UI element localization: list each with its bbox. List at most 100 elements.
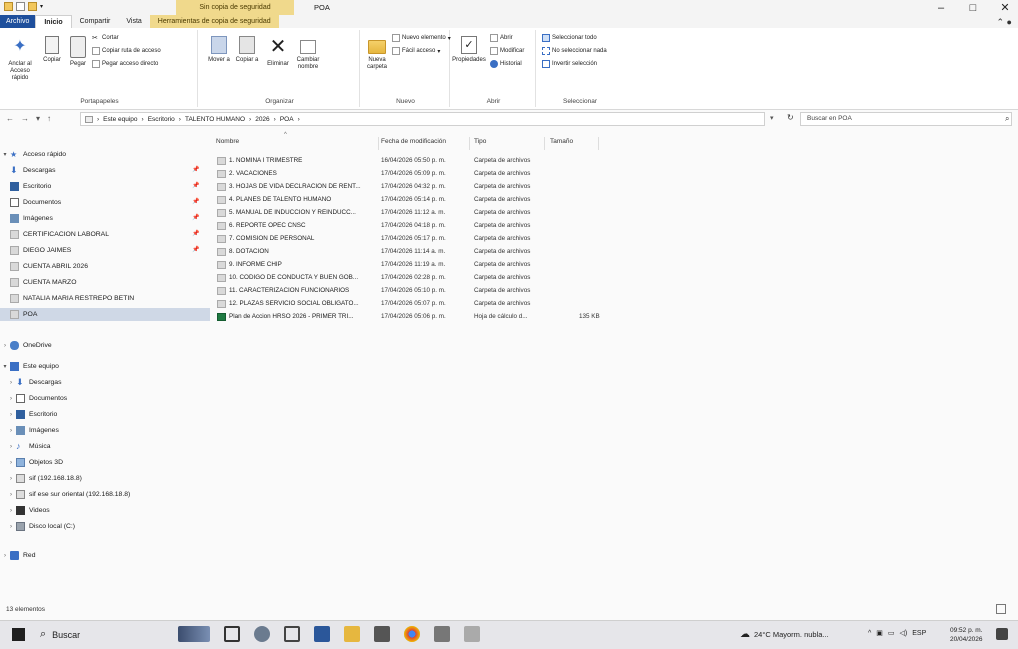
column-separator[interactable] [544,137,545,150]
nav-onedrive[interactable]: › OneDrive [0,339,52,352]
nav-item-cuenta-abril[interactable]: CUENTA ABRIL 2026 [10,260,88,273]
tab-herramientas-copia[interactable]: Herramientas de copia de seguridad [149,15,279,28]
breadcrumb-talento-humano[interactable]: TALENTO HUMANO [185,116,245,123]
nav-item-documentos[interactable]: Documentos [10,196,61,209]
search-input[interactable]: Buscar en POA [800,112,1012,126]
nav-item-imagenes[interactable]: Imágenes [10,212,53,225]
nav-pc-sif[interactable]: › sif (192.168.18.8) [6,472,82,485]
nav-item-cuenta-marzo[interactable]: CUENTA MARZO [10,276,77,289]
breadcrumb-poa[interactable]: POA [280,116,294,123]
easy-access-button[interactable]: Fácil acceso ▾ [392,47,440,55]
nav-pc-objetos-3d[interactable]: › Objetos 3D [6,456,63,469]
tab-compartir[interactable]: Compartir [72,15,119,28]
chevron-up-icon[interactable]: ^ [868,630,871,637]
chevron-right-icon[interactable]: › [6,444,16,450]
taskbar-search[interactable]: ⌕ Buscar [40,628,80,641]
address-bar[interactable]: › Este equipo › Escritorio › TALENTO HUM… [80,112,765,126]
address-dropdown-icon[interactable]: ▾ [770,114,774,122]
minimize-button[interactable]: – [932,2,950,14]
nav-item-certificacion-laboral[interactable]: CERTIFICACION LABORAL [10,228,109,241]
rename-button[interactable]: Cambiar nombre [294,36,322,71]
app-icon[interactable] [464,626,480,642]
chevron-down-icon[interactable]: ▾ [0,363,10,370]
volume-icon[interactable]: ◁) [900,629,908,637]
weather-widget[interactable]: ☁ 24°C Mayorm. nubla... [740,629,829,640]
pin-icon[interactable]: 📌 [192,182,199,189]
column-separator[interactable] [469,137,470,150]
maximize-button[interactable]: □ [964,2,982,14]
select-all-button[interactable]: Seleccionar todo [542,34,597,42]
new-folder-icon[interactable] [28,2,37,11]
widgets-icon[interactable] [178,626,210,642]
app-icon[interactable] [434,626,450,642]
chevron-right-icon[interactable]: › [6,396,16,402]
chevron-right-icon[interactable]: › [6,412,16,418]
nav-item-descargas[interactable]: ⬇ Descargas [10,164,56,177]
nav-pc-imagenes[interactable]: › Imágenes [6,424,59,437]
move-to-button[interactable]: Mover a [206,36,232,64]
properties-button[interactable]: ✓ Propiedades [452,36,486,64]
chevron-right-icon[interactable]: › [6,492,16,498]
chevron-right-icon[interactable]: › [0,553,10,559]
pin-icon[interactable]: 📌 [192,230,199,237]
qat-dropdown-icon[interactable]: ▾ [40,3,43,10]
copy-to-button[interactable]: Copiar a [234,36,260,64]
chevron-right-icon[interactable]: › [6,508,16,514]
breadcrumb-este-equipo[interactable]: Este equipo [103,116,137,123]
pin-icon[interactable]: 📌 [192,198,199,205]
properties-icon[interactable] [16,2,25,11]
windows-start-icon[interactable] [12,628,25,641]
pin-icon[interactable]: 📌 [192,246,199,253]
language-indicator[interactable]: ESP [912,630,926,637]
tab-archivo[interactable]: Archivo [0,15,36,28]
chevron-right-icon[interactable]: › [6,476,16,482]
breadcrumb-escritorio[interactable]: Escritorio [148,116,175,123]
chrome-icon[interactable] [404,626,420,642]
nav-pc-descargas[interactable]: › ⬇ Descargas [6,376,62,389]
copy-button[interactable]: Copiar [40,36,64,64]
ribbon-expand-icon[interactable]: ⌃ ● [997,17,1012,28]
nav-pc-videos[interactable]: › Videos [6,504,50,517]
nav-pc-musica[interactable]: › ♪ Música [6,440,51,453]
invert-selection-button[interactable]: Invertir selección [542,60,597,68]
column-separator[interactable] [378,137,379,150]
forward-arrow-icon[interactable]: → [21,114,29,123]
pin-icon[interactable]: 📌 [192,214,199,221]
task-view-icon[interactable] [224,626,240,642]
chevron-right-icon[interactable]: › [6,460,16,466]
nav-quick-access[interactable]: ▾ ★ Acceso rápido [0,148,66,161]
app-icon[interactable] [374,626,390,642]
chevron-right-icon[interactable]: › [6,380,16,386]
column-header-date[interactable]: Fecha de modificación [381,138,446,145]
nav-pc-documentos[interactable]: › Documentos [6,392,67,405]
paste-button[interactable]: Pegar [66,36,90,68]
up-arrow-icon[interactable]: ↑ [47,114,51,123]
search-icon[interactable]: ⌕ [1005,114,1009,124]
refresh-icon[interactable]: ↻ [787,113,794,122]
nav-item-diego-jaimes[interactable]: DIEGO JAIMES [10,244,71,257]
history-button[interactable]: Historial [490,60,522,68]
edit-button[interactable]: Modificar [490,47,524,55]
monitor-icon[interactable]: ▭ [888,629,895,637]
nav-pc-escritorio[interactable]: › Escritorio [6,408,57,421]
app-icon[interactable] [284,626,300,642]
nav-pc-sif-ese[interactable]: › sif ese sur oriental (192.168.18.8) [6,488,130,501]
column-separator[interactable] [598,137,599,150]
column-header-type[interactable]: Tipo [474,138,486,145]
nav-este-equipo[interactable]: ▾ Este equipo [0,360,59,373]
chevron-down-icon[interactable]: ▾ [0,151,10,158]
details-view-icon[interactable] [996,604,1006,614]
word-icon[interactable] [314,626,330,642]
chevron-right-icon[interactable]: › [6,524,16,530]
file-explorer-icon[interactable] [344,626,360,642]
chevron-right-icon[interactable]: › [0,343,10,349]
network-icon[interactable]: ▣ [876,629,883,637]
nav-item-escritorio[interactable]: Escritorio [10,180,51,193]
close-button[interactable]: ✕ [996,1,1014,14]
nav-pc-disco-local[interactable]: › Disco local (C:) [6,520,75,533]
tab-vista[interactable]: Vista [118,15,149,28]
nav-red[interactable]: › Red [0,549,35,562]
delete-button[interactable]: ✕ Eliminar [264,36,292,68]
clock[interactable]: 09:52 p. m. 20/04/2026 [950,626,983,644]
select-none-button[interactable]: No seleccionar nada [542,47,607,55]
